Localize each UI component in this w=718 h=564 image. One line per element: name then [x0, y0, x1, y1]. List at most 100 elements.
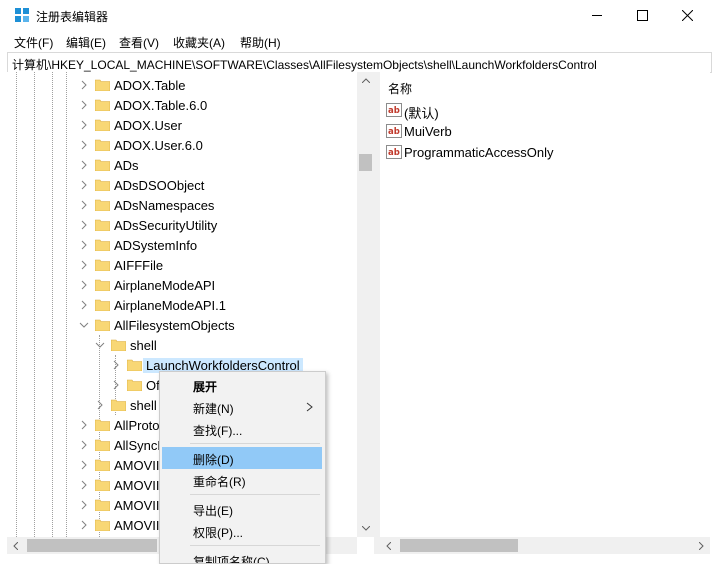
- address-bar[interactable]: 计算机\HKEY_LOCAL_MACHINE\SOFTWARE\Classes\…: [7, 52, 712, 73]
- scroll-thumb[interactable]: [359, 154, 372, 171]
- folder-icon: [95, 459, 110, 471]
- ctx-rename[interactable]: 重命名(R): [162, 469, 322, 491]
- tree-item[interactable]: ADs: [7, 155, 357, 175]
- folder-icon: [95, 159, 110, 171]
- chevron-right-icon[interactable]: [79, 160, 89, 170]
- chevron-right-icon[interactable]: [79, 480, 89, 490]
- menu-help[interactable]: 帮助(H): [240, 34, 281, 51]
- tree-item[interactable]: ADOX.Table: [7, 75, 357, 95]
- ctx-new[interactable]: 新建(N): [162, 396, 322, 418]
- tree-item[interactable]: AirplaneModeAPI: [7, 275, 357, 295]
- address-path[interactable]: 计算机\HKEY_LOCAL_MACHINE\SOFTWARE\Classes\…: [12, 56, 597, 73]
- tree-item-label: ADOX.User.6.0: [114, 138, 203, 153]
- tree-item[interactable]: ADOX.User: [7, 115, 357, 135]
- menu-edit[interactable]: 编辑(E): [66, 34, 106, 51]
- tree-item[interactable]: ADOX.Table.6.0: [7, 95, 357, 115]
- chevron-right-icon[interactable]: [79, 220, 89, 230]
- menu-file[interactable]: 文件(F): [14, 34, 53, 51]
- chevron-right-icon[interactable]: [79, 300, 89, 310]
- ctx-item-label: 新建(N): [193, 402, 234, 416]
- ctx-find[interactable]: 查找(F)...: [162, 418, 322, 440]
- tree-item[interactable]: shell: [7, 335, 357, 355]
- folder-icon: [95, 479, 110, 491]
- chevron-right-icon[interactable]: [79, 180, 89, 190]
- chevron-right-icon[interactable]: [111, 380, 121, 390]
- tree-item[interactable]: AllFilesystemObjects: [7, 315, 357, 335]
- chevron-right-icon[interactable]: [79, 420, 89, 430]
- tree-item-label: AMOVII: [114, 458, 160, 473]
- folder-icon: [95, 239, 110, 251]
- ctx-expand[interactable]: 展开: [162, 374, 322, 396]
- values-pane[interactable]: 名称 ab (默认) ab MuiVerb ab ProgrammaticAccessOn…: [380, 72, 710, 554]
- scroll-down-arrow[interactable]: [357, 520, 374, 537]
- chevron-right-icon[interactable]: [79, 460, 89, 470]
- tree-item[interactable]: ADsSecurityUtility: [7, 215, 357, 235]
- chevron-right-icon[interactable]: [79, 280, 89, 290]
- chevron-right-icon[interactable]: [79, 200, 89, 210]
- values-horizontal-scrollbar[interactable]: [380, 537, 710, 554]
- close-button[interactable]: [664, 0, 710, 31]
- chevron-right-icon[interactable]: [79, 440, 89, 450]
- string-value-icon: ab: [386, 145, 402, 159]
- tree-item-label: AMOVII: [114, 478, 160, 493]
- tree-item-label: ADOX.User: [114, 118, 182, 133]
- maximize-button[interactable]: [619, 0, 665, 31]
- folder-icon: [95, 519, 110, 531]
- chevron-right-icon[interactable]: [111, 360, 121, 370]
- folder-icon: [95, 179, 110, 191]
- minimize-button[interactable]: [574, 0, 620, 31]
- tree-item-label: ADsDSOObject: [114, 178, 205, 193]
- context-menu: 展开 新建(N) 查找(F)... 删除(D) 重命名(R) 导出(E) 权限(…: [159, 371, 326, 564]
- chevron-down-icon: [361, 526, 370, 531]
- tree-vertical-scrollbar[interactable]: [357, 72, 374, 537]
- ctx-export[interactable]: 导出(E): [162, 498, 322, 520]
- folder-icon: [95, 319, 110, 331]
- tree-item-label: ADs: [114, 158, 139, 173]
- ctx-item-label: 复制项名称(C): [193, 555, 270, 564]
- close-icon: [681, 10, 693, 21]
- chevron-right-icon[interactable]: [79, 120, 89, 130]
- tree-item[interactable]: ADOX.User.6.0: [7, 135, 357, 155]
- scroll-left-arrow[interactable]: [380, 537, 397, 554]
- scroll-thumb[interactable]: [400, 539, 518, 552]
- chevron-right-icon[interactable]: [79, 520, 89, 530]
- scroll-thumb[interactable]: [27, 539, 157, 552]
- chevron-right-icon[interactable]: [79, 240, 89, 250]
- scroll-left-arrow[interactable]: [7, 537, 24, 554]
- folder-icon: [95, 219, 110, 231]
- chevron-down-icon[interactable]: [95, 340, 105, 350]
- menu-view[interactable]: 查看(V): [119, 34, 159, 51]
- folder-icon: [95, 439, 110, 451]
- chevron-down-icon[interactable]: [79, 320, 89, 330]
- submenu-arrow-icon: [306, 402, 313, 412]
- tree-item[interactable]: ADSystemInfo: [7, 235, 357, 255]
- svg-text:ab: ab: [388, 106, 400, 116]
- scroll-up-arrow[interactable]: [357, 72, 374, 89]
- scroll-right-arrow[interactable]: [693, 537, 710, 554]
- menu-separator: [190, 494, 320, 495]
- menu-favorites[interactable]: 收藏夹(A): [173, 34, 225, 51]
- name-column-header[interactable]: 名称: [388, 80, 412, 97]
- string-value-icon: ab: [386, 124, 402, 138]
- tree-item-label: AllFilesystemObjects: [114, 318, 235, 333]
- regedit-app-icon: [15, 8, 29, 22]
- chevron-right-icon[interactable]: [79, 140, 89, 150]
- ctx-item-label: 展开: [193, 380, 218, 394]
- tree-item[interactable]: AIFFFile: [7, 255, 357, 275]
- menu-separator: [190, 545, 320, 546]
- chevron-right-icon[interactable]: [79, 500, 89, 510]
- ctx-permissions[interactable]: 权限(P)...: [162, 520, 322, 542]
- chevron-right-icon[interactable]: [79, 80, 89, 90]
- chevron-right-icon[interactable]: [79, 260, 89, 270]
- tree-item-label: AIFFFile: [114, 258, 164, 273]
- tree-item[interactable]: AirplaneModeAPI.1: [7, 295, 357, 315]
- chevron-right-icon[interactable]: [79, 100, 89, 110]
- ctx-delete[interactable]: 删除(D): [162, 447, 322, 469]
- tree-item-label: ADOX.Table: [114, 78, 186, 93]
- folder-icon: [95, 499, 110, 511]
- tree-item-label: ADSystemInfo: [114, 238, 198, 253]
- tree-item[interactable]: ADsDSOObject: [7, 175, 357, 195]
- tree-item[interactable]: ADsNamespaces: [7, 195, 357, 215]
- chevron-right-icon[interactable]: [95, 400, 105, 410]
- menu-bar: 文件(F) 编辑(E) 查看(V) 收藏夹(A) 帮助(H): [0, 31, 718, 52]
